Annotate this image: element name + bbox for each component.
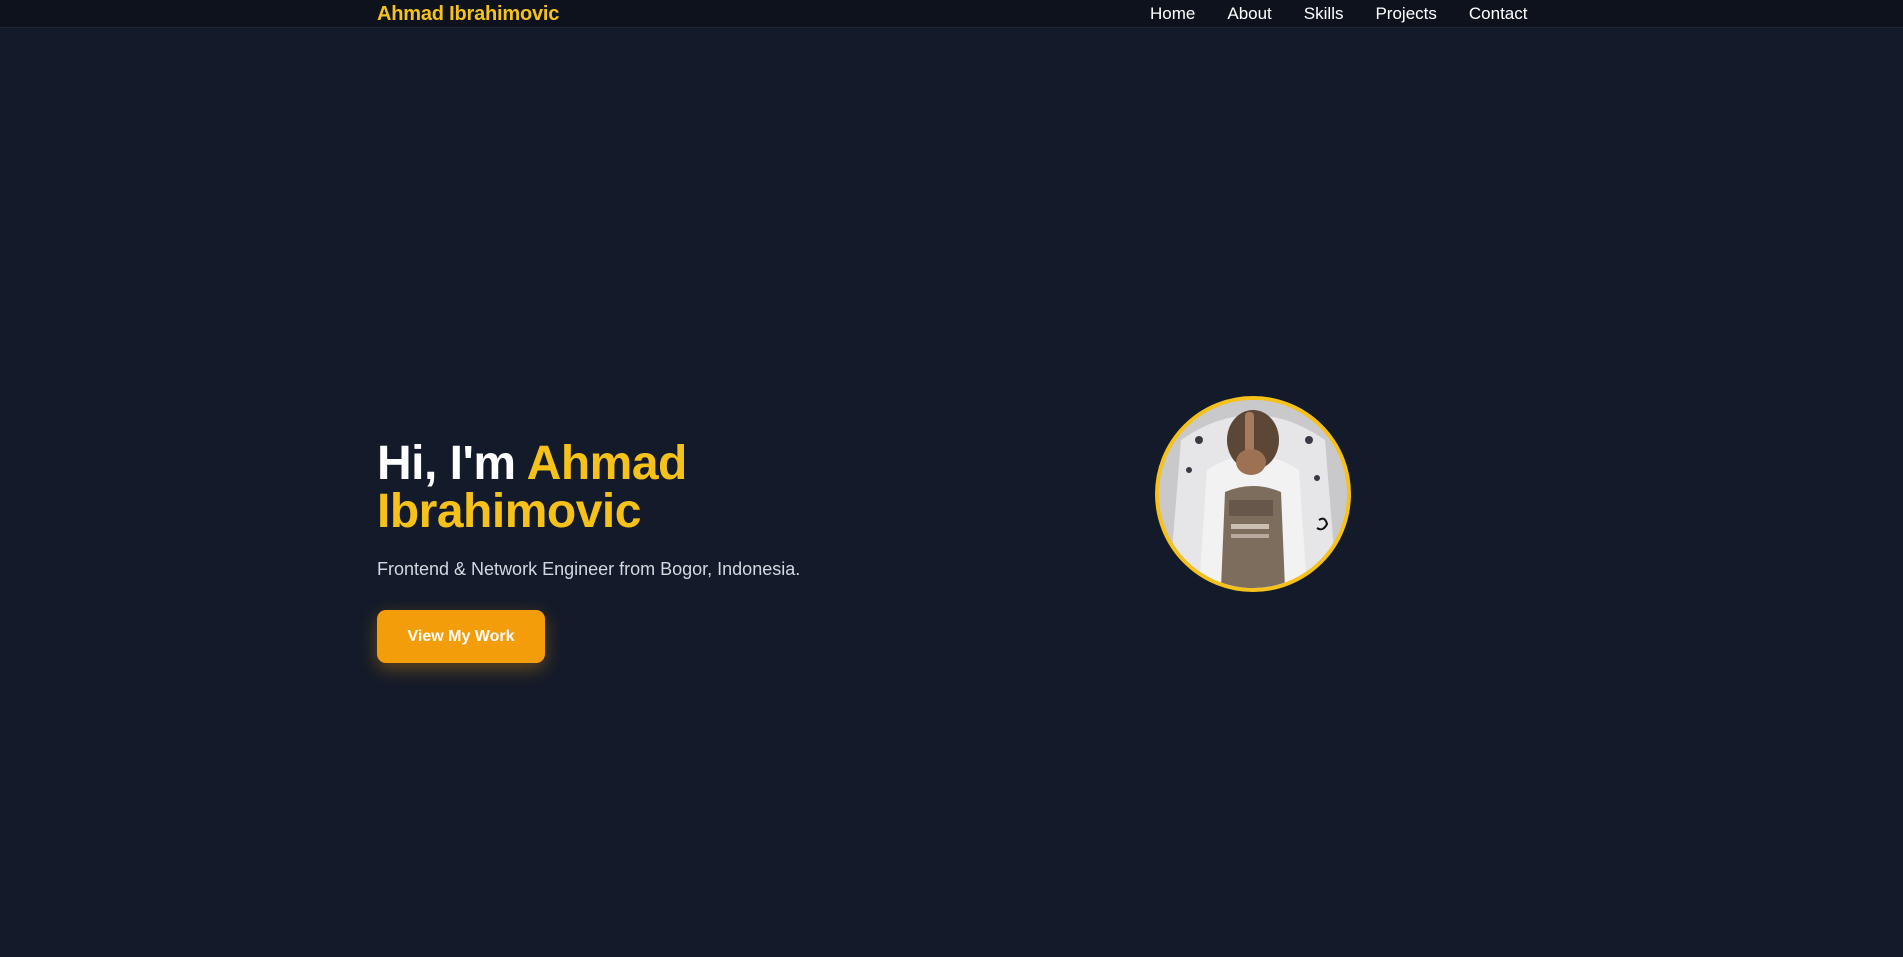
profile-photo	[1155, 396, 1351, 592]
nav-link-skills[interactable]: Skills	[1304, 3, 1344, 25]
brand-logo[interactable]: Ahmad Ibrahimovic	[377, 2, 559, 26]
hero-greeting: Hi, I'm	[377, 437, 527, 490]
top-navbar: Ahmad Ibrahimovic Home About Skills Proj…	[0, 0, 1903, 28]
nav-link-contact[interactable]: Contact	[1469, 3, 1528, 25]
hero-heading: Hi, I'm Ahmad Ibrahimovic	[377, 440, 937, 536]
nav-link-projects[interactable]: Projects	[1375, 3, 1436, 25]
nav-link-home[interactable]: Home	[1150, 3, 1195, 25]
hero-subtitle: Frontend & Network Engineer from Bogor, …	[377, 559, 801, 579]
nav-links: Home About Skills Projects Contact	[1150, 3, 1527, 25]
view-my-work-button[interactable]: View My Work	[377, 610, 545, 663]
profile-photo-illustration	[1159, 400, 1347, 588]
nav-link-about[interactable]: About	[1227, 3, 1271, 25]
hero-section: Hi, I'm Ahmad Ibrahimovic Frontend & Net…	[377, 440, 937, 663]
